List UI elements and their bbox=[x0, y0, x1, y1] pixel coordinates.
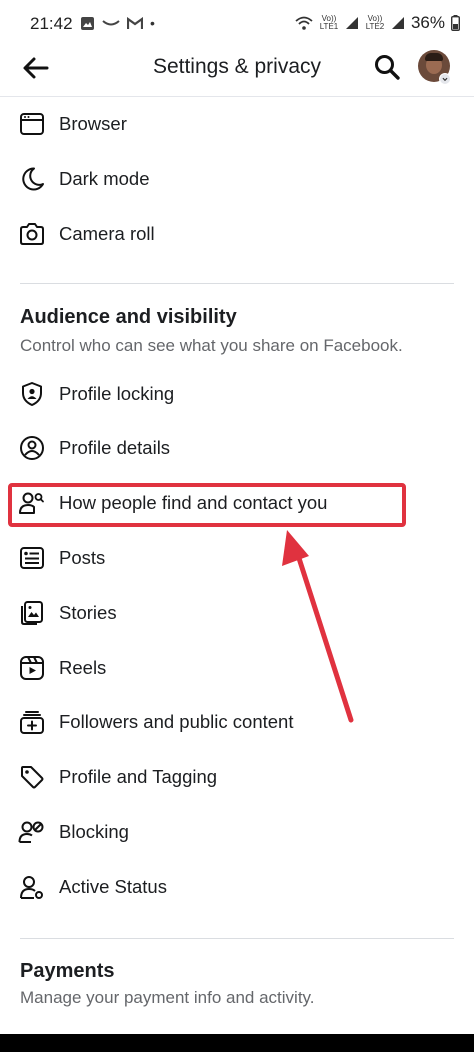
page-title: Settings & privacy bbox=[152, 55, 322, 78]
settings-item-followers[interactable]: Followers and public content bbox=[0, 698, 474, 746]
sim1-lte-label: Vo)) LTE1 bbox=[319, 14, 339, 31]
settings-item-profile-details[interactable]: Profile details bbox=[0, 424, 474, 472]
active-status-icon bbox=[18, 873, 46, 901]
status-time: 21:42 bbox=[30, 14, 73, 33]
highlight-box bbox=[8, 483, 406, 527]
status-bar: 21:42 • Vo)) LTE1 Vo)) LTE2 36% bbox=[0, 0, 474, 50]
settings-item-label: Blocking bbox=[59, 821, 129, 842]
chevron-down-icon[interactable] bbox=[439, 73, 451, 85]
gmail-notification-icon bbox=[127, 16, 143, 29]
settings-item-label: Active Status bbox=[59, 876, 167, 897]
settings-item-profile-locking[interactable]: Profile locking bbox=[0, 370, 474, 418]
gallery-notification-icon bbox=[81, 16, 94, 30]
notification-icons: • bbox=[80, 15, 155, 31]
settings-item-stories[interactable]: Stories bbox=[0, 589, 474, 637]
search-icon[interactable] bbox=[372, 52, 402, 82]
shield-person-icon bbox=[18, 380, 46, 408]
settings-item-dark-mode[interactable]: Dark mode bbox=[0, 155, 474, 203]
settings-item-label: Browser bbox=[59, 113, 127, 134]
sim2-lte-label: Vo)) LTE2 bbox=[365, 14, 385, 31]
blocking-icon bbox=[18, 818, 46, 846]
battery-icon bbox=[451, 15, 460, 31]
settings-item-label: Profile and Tagging bbox=[59, 766, 218, 787]
sim1-signal-icon bbox=[345, 17, 358, 29]
more-notifications-dot: • bbox=[150, 15, 155, 31]
settings-item-blocking[interactable]: Blocking bbox=[0, 808, 474, 856]
person-circle-icon bbox=[18, 434, 46, 462]
settings-item-reels[interactable]: Reels bbox=[0, 644, 474, 692]
avatar-hair bbox=[425, 53, 443, 61]
moon-icon bbox=[18, 165, 46, 193]
settings-item-label: Dark mode bbox=[59, 168, 150, 189]
followers-icon bbox=[18, 708, 46, 736]
posts-icon bbox=[18, 544, 46, 572]
link-notification-icon bbox=[102, 20, 120, 26]
settings-item-posts[interactable]: Posts bbox=[0, 534, 474, 582]
settings-item-label: Profile locking bbox=[59, 383, 175, 404]
section-title-payments: Payments bbox=[20, 960, 115, 982]
section-subtitle-audience: Control who can see what you share on Fa… bbox=[20, 336, 403, 355]
battery-percent: 36% bbox=[410, 13, 445, 32]
section-title-audience: Audience and visibility bbox=[20, 306, 237, 328]
wifi-icon bbox=[295, 16, 313, 30]
settings-item-camera-roll[interactable]: Camera roll bbox=[0, 210, 474, 258]
settings-item-label: Camera roll bbox=[59, 223, 155, 244]
app-header: Settings & privacy bbox=[0, 46, 474, 90]
settings-item-label: Posts bbox=[59, 547, 106, 568]
section-divider bbox=[20, 283, 454, 284]
section-divider bbox=[20, 938, 454, 939]
camera-icon bbox=[18, 220, 46, 248]
section-subtitle-payments: Manage your payment info and activity. bbox=[20, 988, 315, 1007]
settings-item-label: Reels bbox=[59, 657, 107, 678]
header-divider bbox=[0, 96, 474, 97]
settings-item-active-status[interactable]: Active Status bbox=[0, 863, 474, 911]
tag-icon bbox=[18, 763, 46, 791]
reels-icon bbox=[18, 654, 46, 682]
settings-item-label: Followers and public content bbox=[59, 711, 294, 732]
settings-item-label: Stories bbox=[59, 602, 117, 623]
settings-item-browser[interactable]: Browser bbox=[0, 100, 474, 148]
status-right-group: Vo)) LTE1 Vo)) LTE2 36% bbox=[295, 13, 460, 33]
navigation-bar bbox=[0, 1034, 474, 1052]
settings-item-label: Profile details bbox=[59, 437, 171, 458]
settings-item-profile-tagging[interactable]: Profile and Tagging bbox=[0, 753, 474, 801]
browser-icon bbox=[18, 110, 46, 138]
stories-icon bbox=[18, 599, 46, 627]
sim2-signal-icon bbox=[391, 17, 404, 29]
